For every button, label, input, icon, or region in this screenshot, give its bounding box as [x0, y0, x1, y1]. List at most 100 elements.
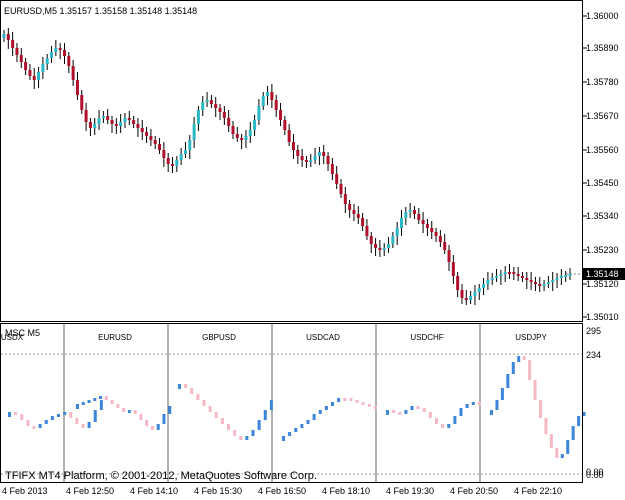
candle-body	[309, 160, 313, 162]
price-label: 1.35560	[586, 145, 619, 155]
candle-body	[326, 156, 330, 164]
candle-body	[50, 52, 54, 58]
candle-body	[140, 128, 144, 132]
candle-body	[399, 218, 403, 228]
candle-body	[41, 64, 45, 72]
price-label: 1.35780	[586, 77, 619, 87]
candle-body	[205, 100, 209, 102]
scale-label: 0.00	[586, 470, 604, 480]
candle-body	[296, 150, 300, 156]
candle-body	[330, 164, 334, 174]
candle-body	[114, 124, 118, 126]
candle-body	[291, 142, 295, 150]
indicator-panel[interactable]	[0, 323, 583, 483]
time-label: 4 Feb 22:10	[514, 486, 563, 496]
candle-body	[28, 70, 32, 76]
candle-body	[196, 110, 200, 124]
symbol-label: USDJPY	[515, 333, 547, 342]
candle-body	[456, 276, 460, 290]
candle-body	[136, 124, 140, 128]
candle-body	[395, 228, 399, 236]
symbol-label: USDX	[0, 333, 24, 342]
candle-body	[218, 108, 222, 112]
candle-body	[171, 164, 175, 166]
candle-body	[145, 132, 149, 136]
candle-body	[533, 282, 537, 284]
candle-body	[162, 150, 166, 158]
candle-body	[348, 204, 352, 210]
candle-body	[214, 104, 218, 108]
candle-body	[123, 118, 127, 122]
candle-body	[482, 284, 486, 288]
candle-body	[209, 100, 213, 104]
candle-body	[378, 248, 382, 250]
scale-label: 295	[586, 326, 602, 336]
candle-body	[460, 290, 464, 298]
scale-label: 234	[586, 350, 602, 360]
candle-body	[451, 262, 455, 276]
candle-body	[119, 122, 123, 126]
candle-body	[188, 140, 192, 150]
candle-body	[24, 62, 28, 70]
candle-body	[443, 242, 447, 250]
price-label: 1.35230	[586, 245, 619, 255]
symbol-label: USDCAD	[306, 333, 340, 342]
candle-body	[382, 248, 386, 250]
candle-body	[106, 116, 110, 120]
candle-body	[88, 122, 92, 128]
candle-body	[555, 278, 559, 280]
candle-body	[54, 48, 58, 52]
time-label: 4 Feb 14:10	[130, 486, 179, 496]
price-label: 1.36000	[586, 11, 619, 21]
candle-body	[101, 116, 105, 118]
candle-body	[404, 212, 408, 218]
candle-body	[374, 244, 378, 248]
candle-body	[369, 236, 373, 244]
candle-body	[469, 296, 473, 300]
candle-body	[421, 220, 425, 224]
candle-body	[58, 48, 62, 50]
price-label: 1.35010	[586, 312, 619, 322]
candle-body	[153, 140, 157, 144]
candle-body	[322, 152, 326, 156]
candle-body	[222, 112, 226, 118]
candle-body	[387, 244, 391, 248]
price-label: 1.35120	[586, 279, 619, 289]
candle-body	[464, 298, 468, 300]
candle-body	[512, 272, 516, 274]
candle-body	[529, 280, 533, 282]
candle-body	[283, 120, 287, 130]
indicator-bar	[582, 412, 586, 416]
candle-body	[32, 76, 36, 80]
candle-body	[179, 154, 183, 160]
candle-body	[525, 278, 529, 280]
candle-body	[149, 136, 153, 140]
price-label: 1.35670	[586, 111, 619, 121]
candle-body	[408, 210, 412, 212]
candle-body	[270, 92, 274, 100]
time-label: 4 Feb 2013	[2, 486, 48, 496]
candle-body	[499, 274, 503, 276]
candle-body	[425, 224, 429, 228]
candle-body	[127, 118, 131, 120]
candle-body	[11, 40, 15, 48]
current-price-badge: 1.35148	[583, 268, 625, 280]
candle-body	[417, 214, 421, 220]
candle-body	[67, 56, 71, 66]
candle-body	[508, 272, 512, 274]
chart-header: EURUSD,M5 1.35157 1.35158 1.35148 1.3514…	[4, 6, 198, 16]
candle-body	[6, 34, 10, 40]
candle-body	[279, 110, 283, 120]
symbol-label: GBPUSD	[202, 333, 236, 342]
candle-body	[248, 130, 252, 136]
symbol-label: USDCHF	[410, 333, 444, 342]
candle-body	[257, 106, 261, 120]
candle-body	[538, 284, 542, 286]
candle-body	[166, 158, 170, 164]
candle-body	[80, 95, 84, 110]
candle-body	[93, 124, 97, 128]
candle-body	[477, 288, 481, 292]
candle-body	[559, 276, 563, 278]
candle-body	[391, 236, 395, 244]
candle-body	[343, 194, 347, 204]
